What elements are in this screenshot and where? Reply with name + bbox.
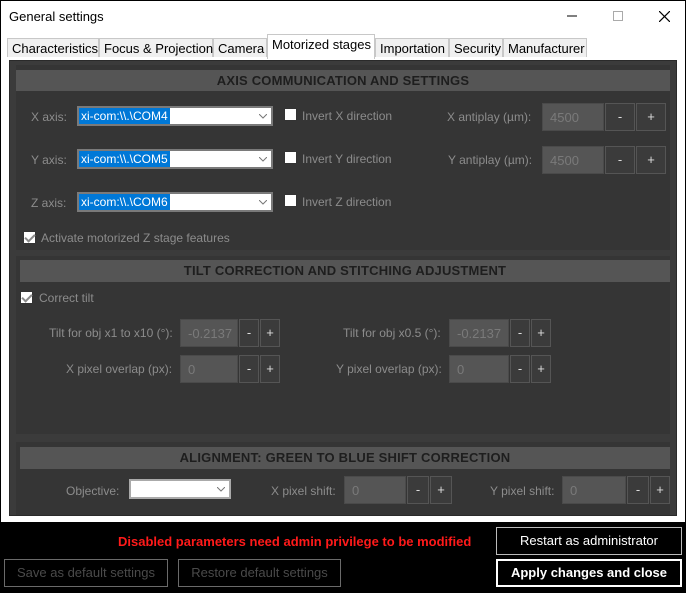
tab-focus-projection[interactable]: Focus & Projection (99, 38, 213, 58)
restore-default-button[interactable]: Restore default settings (178, 559, 341, 587)
x-axis-combo[interactable]: xi-com:\\.\COM4 (77, 106, 273, 126)
tilt-section-header: TILT CORRECTION AND STITCHING ADJUSTMENT (20, 260, 670, 282)
tilt-x05-input[interactable]: -0.2137 (449, 319, 509, 347)
settings-window: General settings Characteristics Focus &… (0, 0, 686, 593)
minimize-icon (567, 15, 577, 17)
tilt-x1-increment-button[interactable]: + (260, 319, 280, 347)
tab-motorized-stages[interactable]: Motorized stages (267, 34, 375, 59)
tilt-x1-input[interactable]: -0.2137 (180, 319, 238, 347)
x-shift-label: X pixel shift: (271, 484, 336, 498)
x-antiplay-decrement-button[interactable]: - (605, 103, 635, 131)
tilt-x05-label: Tilt for obj x0.5 (°): (343, 326, 441, 340)
maximize-icon (613, 11, 623, 21)
y-shift-decrement-button[interactable]: - (627, 476, 649, 504)
invert-x-label: Invert X direction (302, 109, 393, 123)
y-axis-label: Y axis: (31, 153, 67, 167)
y-overlap-decrement-button[interactable]: - (510, 355, 530, 383)
tilt-x1-label: Tilt for obj x1 to x10 (°): (49, 326, 173, 340)
x-shift-increment-button[interactable]: + (430, 476, 452, 504)
chevron-down-icon (255, 194, 271, 210)
tilt-x05-increment-button[interactable]: + (531, 319, 551, 347)
invert-y-label: Invert Y direction (302, 152, 392, 166)
close-button[interactable] (641, 1, 686, 31)
activate-z-label: Activate motorized Z stage features (41, 231, 230, 245)
x-overlap-increment-button[interactable]: + (260, 355, 280, 383)
invert-z-checkbox[interactable] (284, 194, 297, 207)
z-axis-label: Z axis: (31, 196, 67, 210)
x-antiplay-label: X antiplay (µm): (447, 110, 532, 124)
minimize-button[interactable] (549, 1, 595, 31)
alignment-section: ALIGNMENT: GREEN TO BLUE SHIFT CORRECTIO… (16, 442, 670, 515)
correct-tilt-checkbox[interactable] (20, 291, 33, 304)
tab-manufacturer[interactable]: Manufacturer (503, 38, 587, 58)
y-overlap-input[interactable]: 0 (449, 355, 509, 383)
window-title: General settings (9, 9, 104, 24)
maximize-button[interactable] (595, 1, 641, 31)
y-antiplay-input[interactable]: 4500 (542, 146, 604, 174)
x-overlap-input[interactable]: 0 (180, 355, 238, 383)
invert-y-checkbox[interactable] (284, 151, 297, 164)
tilt-section: TILT CORRECTION AND STITCHING ADJUSTMENT… (16, 256, 670, 434)
axis-section: AXIS COMMUNICATION AND SETTINGS X axis: … (16, 65, 670, 250)
chevron-down-icon (213, 481, 229, 497)
y-shift-input[interactable]: 0 (562, 476, 626, 504)
tilt-x1-decrement-button[interactable]: - (239, 319, 259, 347)
tilt-x05-decrement-button[interactable]: - (510, 319, 530, 347)
x-antiplay-increment-button[interactable]: + (636, 103, 666, 131)
close-icon (658, 10, 670, 22)
x-axis-value: xi-com:\\.\COM4 (79, 108, 170, 124)
x-antiplay-input[interactable]: 4500 (542, 103, 604, 131)
y-antiplay-label: Y antiplay (µm): (448, 153, 533, 167)
y-shift-increment-button[interactable]: + (650, 476, 670, 504)
objective-combo[interactable] (129, 479, 231, 499)
x-shift-input[interactable]: 0 (344, 476, 406, 504)
axis-section-header: AXIS COMMUNICATION AND SETTINGS (16, 70, 670, 91)
objective-label: Objective: (66, 484, 120, 498)
z-axis-value: xi-com:\\.\COM6 (79, 194, 170, 210)
tab-characteristics[interactable]: Characteristics (7, 38, 99, 58)
y-overlap-increment-button[interactable]: + (531, 355, 551, 383)
tab-strip: Characteristics Focus & Projection Camer… (1, 31, 685, 59)
x-overlap-label: X pixel overlap (px): (66, 362, 173, 376)
apply-close-button[interactable]: Apply changes and close (496, 559, 682, 587)
z-axis-combo[interactable]: xi-com:\\.\COM6 (77, 192, 273, 212)
y-shift-label: Y pixel shift: (490, 484, 555, 498)
tab-security[interactable]: Security (449, 38, 503, 58)
invert-x-checkbox[interactable] (284, 108, 297, 121)
invert-z-label: Invert Z direction (302, 195, 392, 209)
y-axis-combo[interactable]: xi-com:\\.\COM5 (77, 149, 273, 169)
tab-camera[interactable]: Camera (213, 38, 267, 58)
motorized-stages-panel: AXIS COMMUNICATION AND SETTINGS X axis: … (9, 60, 677, 516)
y-antiplay-increment-button[interactable]: + (636, 146, 666, 174)
y-axis-value: xi-com:\\.\COM5 (79, 151, 170, 167)
chevron-down-icon (255, 151, 271, 167)
y-overlap-label: Y pixel overlap (px): (336, 362, 442, 376)
x-shift-decrement-button[interactable]: - (407, 476, 429, 504)
save-default-button[interactable]: Save as default settings (4, 559, 168, 587)
tab-content-frame: AXIS COMMUNICATION AND SETTINGS X axis: … (1, 57, 685, 522)
chevron-down-icon (255, 108, 271, 124)
correct-tilt-label: Correct tilt (39, 291, 94, 305)
title-bar: General settings (1, 1, 685, 31)
alignment-section-header: ALIGNMENT: GREEN TO BLUE SHIFT CORRECTIO… (20, 447, 670, 469)
y-antiplay-decrement-button[interactable]: - (605, 146, 635, 174)
restart-admin-button[interactable]: Restart as administrator (496, 527, 682, 555)
x-axis-label: X axis: (31, 110, 68, 124)
tab-importation[interactable]: Importation (375, 38, 449, 58)
activate-z-checkbox[interactable] (23, 231, 36, 244)
admin-warning-message: Disabled parameters need admin privilege… (118, 534, 472, 549)
x-overlap-decrement-button[interactable]: - (239, 355, 259, 383)
